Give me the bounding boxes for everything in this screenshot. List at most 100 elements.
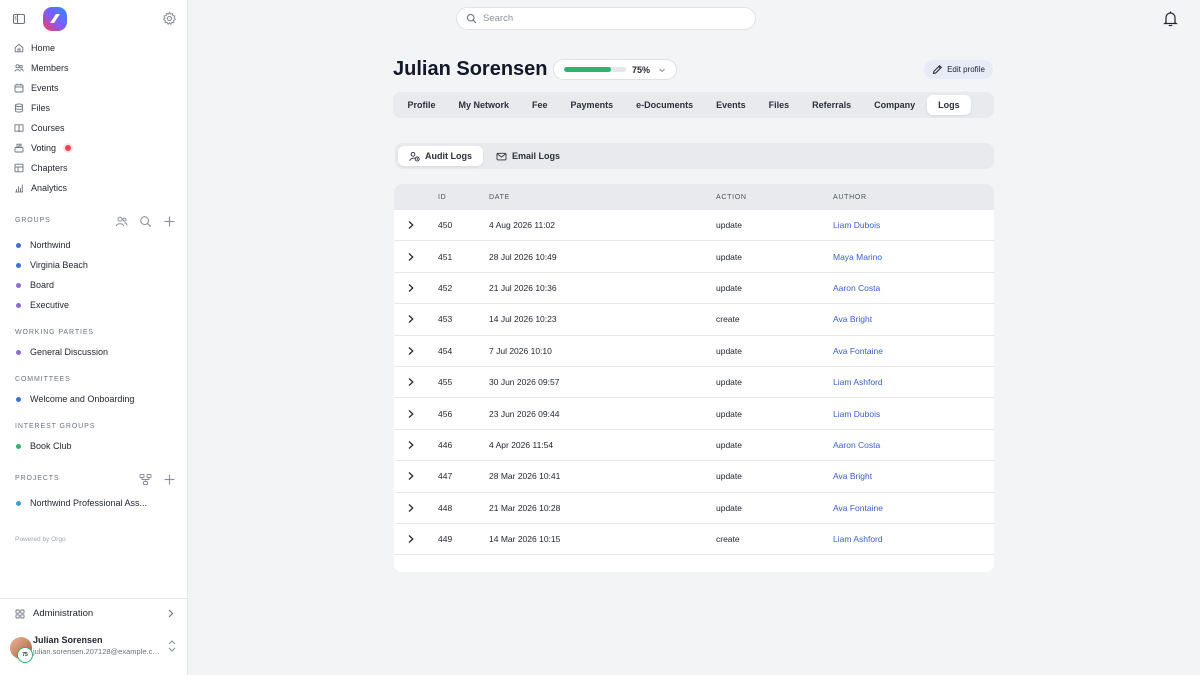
chevron-right-icon[interactable] (406, 440, 438, 450)
members-icon[interactable] (115, 215, 128, 228)
group-item-label: Virginia Beach (30, 260, 88, 270)
tab-fee[interactable]: Fee (521, 95, 560, 115)
cell-action: update (716, 345, 742, 356)
search-bar[interactable] (456, 7, 756, 30)
table-row[interactable]: 446 4 Apr 2026 11:54 update Aaron Costa (394, 430, 994, 462)
tab-files[interactable]: Files (757, 95, 801, 115)
cell-action: update (716, 471, 742, 482)
cell-id: 448 (438, 502, 453, 513)
expand-cell (394, 220, 438, 230)
table-row[interactable]: 448 21 Mar 2026 10:28 update Ava Fontain… (394, 493, 994, 524)
tab-audit-logs[interactable]: Audit Logs (398, 146, 483, 166)
chevron-right-icon[interactable] (406, 283, 438, 293)
chevron-right-icon[interactable] (406, 220, 438, 230)
nav-item-events[interactable]: Events (14, 80, 59, 96)
search-input[interactable] (483, 13, 733, 24)
tab-logs[interactable]: Logs (926, 95, 972, 115)
tab-my-network[interactable]: My Network (447, 95, 521, 115)
chevron-right-icon[interactable] (406, 346, 438, 356)
nav-item-members[interactable]: Members (14, 60, 69, 76)
cell-id: 452 (438, 282, 453, 293)
table-row[interactable]: 456 23 Jun 2026 09:44 update Liam Dubois (394, 398, 994, 430)
chevron-right-icon[interactable] (406, 314, 438, 324)
tab-e-documents[interactable]: e-Documents (625, 95, 705, 115)
hierarchy-icon[interactable] (139, 473, 152, 486)
group-item-executive[interactable]: Executive (16, 298, 69, 312)
chevron-right-icon[interactable] (406, 534, 438, 544)
working-party-item[interactable]: General Discussion (16, 345, 108, 359)
table-row[interactable]: 451 28 Jul 2026 10:49 update Maya Marino (394, 241, 994, 273)
cell-author-link[interactable]: Aaron Costa (833, 440, 994, 450)
cell-id: 449 (438, 534, 453, 545)
table-row[interactable]: 449 14 Mar 2026 10:15 create Liam Ashfor… (394, 524, 994, 556)
nav-item-chapters[interactable]: Chapters (14, 160, 68, 176)
nav-item-home[interactable]: Home (14, 40, 55, 56)
nav-item-voting[interactable]: Voting (14, 140, 72, 156)
chevron-right-icon[interactable] (406, 377, 438, 387)
cell-author-link[interactable]: Liam Ashford (833, 534, 994, 544)
table-row[interactable]: 455 30 Jun 2026 09:57 update Liam Ashfor… (394, 367, 994, 399)
column-header-id: ID (438, 193, 447, 201)
cell-author-link[interactable]: Liam Ashford (833, 377, 994, 387)
sidebar-toggle-icon[interactable] (12, 12, 26, 26)
project-item[interactable]: Northwind Professional Ass... (16, 496, 147, 510)
cell-author-link[interactable]: Liam Dubois (833, 220, 994, 230)
cell-author-link[interactable]: Liam Dubois (833, 409, 994, 419)
nav-item-label: Voting (31, 143, 57, 153)
committees-section-title: COMMITTEES (15, 376, 71, 383)
interest-group-item[interactable]: Book Club (16, 439, 72, 453)
expand-cell (394, 409, 438, 419)
cell-author-link[interactable]: Aaron Costa (833, 283, 994, 293)
user-menu[interactable]: 75 Julian Sorensen julian.sorensen.20712… (0, 630, 188, 670)
expand-cell (394, 377, 438, 387)
administration-button[interactable]: Administration (0, 598, 188, 628)
tab-events[interactable]: Events (705, 95, 758, 115)
nav-item-analytics[interactable]: Analytics (14, 180, 67, 196)
chevron-right-icon[interactable] (406, 503, 438, 513)
profile-completion-dropdown[interactable]: 75% (553, 59, 677, 80)
bell-icon[interactable] (1162, 10, 1179, 27)
chevron-right-icon[interactable] (406, 252, 438, 262)
group-item-label: Northwind (30, 240, 71, 250)
nav-item-files[interactable]: Files (14, 100, 50, 116)
group-item-virginia-beach[interactable]: Virginia Beach (16, 258, 88, 272)
audit-log-table: ID DATE ACTION AUTHOR 450 4 Aug 2026 11:… (394, 184, 994, 572)
orgo-logo[interactable] (42, 6, 68, 32)
chevron-right-icon[interactable] (406, 471, 438, 481)
chevron-right-icon (165, 608, 176, 619)
cell-author-link[interactable]: Maya Marino (833, 252, 994, 262)
sidebar-header (0, 0, 188, 38)
table-row[interactable]: 447 28 Mar 2026 10:41 update Ava Bright (394, 461, 994, 493)
edit-profile-button[interactable]: Edit profile (924, 60, 993, 79)
tab-referrals[interactable]: Referrals (801, 95, 863, 115)
cell-date: 14 Jul 2026 10:23 (489, 314, 557, 325)
cell-author-link[interactable]: Ava Bright (833, 314, 994, 324)
profile-completion-ring: 75 (17, 647, 33, 663)
table-row[interactable]: 454 7 Jul 2026 10:10 update Ava Fontaine (394, 336, 994, 367)
cell-id: 454 (438, 345, 453, 356)
chevron-right-icon[interactable] (406, 409, 438, 419)
table-row[interactable]: 453 14 Jul 2026 10:23 create Ava Bright (394, 304, 994, 336)
plus-icon[interactable] (163, 473, 176, 486)
table-row[interactable]: 450 4 Aug 2026 11:02 update Liam Dubois (394, 210, 994, 242)
plus-icon[interactable] (163, 215, 176, 228)
cell-author-link[interactable]: Ava Bright (833, 471, 994, 481)
cell-author-link[interactable]: Ava Fontaine (833, 346, 994, 356)
tab-company[interactable]: Company (863, 95, 927, 115)
search-icon[interactable] (139, 215, 152, 228)
committee-item[interactable]: Welcome and Onboarding (16, 392, 134, 406)
tab-profile[interactable]: Profile (396, 95, 447, 115)
cell-author-link[interactable]: Ava Fontaine (833, 503, 994, 513)
table-row[interactable]: 452 21 Jul 2026 10:36 update Aaron Costa (394, 273, 994, 305)
chevron-up-down-icon (167, 639, 177, 653)
expand-cell (394, 252, 438, 262)
tab-payments[interactable]: Payments (559, 95, 625, 115)
gear-icon[interactable] (162, 11, 177, 26)
log-type-tabs: Audit Logs Email Logs (395, 143, 994, 169)
cell-action: update (716, 377, 742, 388)
cell-action: create (716, 314, 740, 325)
group-item-northwind[interactable]: Northwind (16, 238, 71, 252)
nav-item-courses[interactable]: Courses (14, 120, 65, 136)
group-item-board[interactable]: Board (16, 278, 54, 292)
tab-email-logs[interactable]: Email Logs (485, 146, 571, 166)
